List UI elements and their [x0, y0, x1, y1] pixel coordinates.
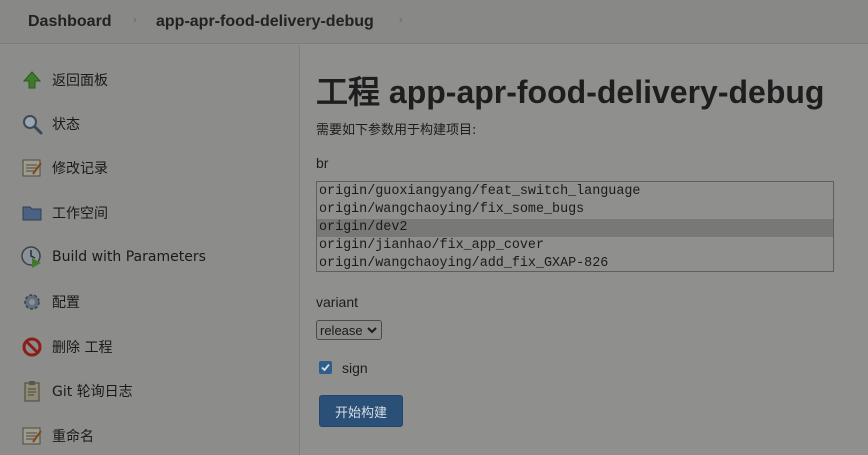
- branch-listbox[interactable]: origin/guoxiangyang/feat_switch_language…: [316, 181, 834, 272]
- breadcrumb-project-link[interactable]: app-apr-food-delivery-debug: [156, 13, 374, 31]
- branch-option[interactable]: origin/guoxiangyang/feat_switch_language: [317, 183, 833, 201]
- variant-select-value: release: [320, 322, 363, 338]
- branch-option[interactable]: origin/wangchaoying/add_fix_GXAP-826: [317, 255, 833, 271]
- sidebar-item-label: 工作空间: [52, 206, 108, 222]
- sidebar-item-rename[interactable]: 重命名: [20, 421, 94, 451]
- sidebar-item-label: 状态: [52, 117, 80, 133]
- gear-icon: [20, 290, 44, 314]
- sidebar-item-changes[interactable]: 修改记录: [20, 153, 108, 183]
- sidebar-item-build-with-parameters[interactable]: Build with Parameters: [20, 242, 206, 272]
- page-title: 工程 app-apr-food-delivery-debug: [316, 74, 825, 110]
- sidebar-item-configure[interactable]: 配置: [20, 287, 80, 317]
- parameters-description: 需要如下参数用于构建项目:: [316, 123, 477, 138]
- branch-option-selected[interactable]: origin/dev2: [317, 219, 833, 237]
- sidebar-item-label: 修改记录: [52, 161, 108, 177]
- folder-icon: [20, 201, 44, 225]
- notepad-icon: [20, 156, 44, 180]
- breadcrumb-dashboard-link[interactable]: Dashboard: [28, 13, 112, 31]
- no-entry-icon: [20, 335, 44, 359]
- sidebar: 返回面板 状态 修改记录 工作空间 Build with Parameters …: [0, 45, 300, 455]
- param-br-label: br: [316, 155, 329, 171]
- main-content: 工程 app-apr-food-delivery-debug 需要如下参数用于构…: [301, 45, 868, 455]
- chevron-right-icon[interactable]: ›: [399, 14, 403, 26]
- start-build-button[interactable]: 开始构建: [319, 395, 403, 427]
- sidebar-item-label: Git 轮询日志: [52, 384, 133, 400]
- sign-label: sign: [342, 360, 368, 376]
- clipboard-icon: [20, 379, 44, 403]
- branch-option[interactable]: origin/jianhao/fix_app_cover: [317, 237, 833, 255]
- variant-select[interactable]: release: [316, 320, 382, 340]
- magnifier-icon: [20, 112, 44, 136]
- branch-option[interactable]: origin/wangchaoying/fix_some_bugs: [317, 201, 833, 219]
- sidebar-item-label: 配置: [52, 295, 80, 311]
- param-variant-label: variant: [316, 294, 359, 310]
- sidebar-item-label: 删除 工程: [52, 340, 113, 356]
- sidebar-item-label: 重命名: [52, 429, 94, 445]
- chevron-right-icon[interactable]: ›: [133, 14, 137, 26]
- sidebar-item-back-to-dashboard[interactable]: 返回面板: [20, 65, 108, 95]
- sidebar-item-workspace[interactable]: 工作空间: [20, 198, 108, 228]
- chevron-down-icon: [367, 324, 377, 339]
- breadcrumb: Dashboard › app-apr-food-delivery-debug …: [0, 0, 868, 44]
- notepad-icon: [20, 424, 44, 448]
- sign-checkbox[interactable]: [319, 361, 332, 374]
- sidebar-item-label: 返回面板: [52, 73, 108, 89]
- sidebar-item-status[interactable]: 状态: [20, 109, 80, 139]
- sidebar-item-git-polling-log[interactable]: Git 轮询日志: [20, 376, 133, 406]
- up-arrow-icon: [20, 68, 44, 92]
- clock-play-icon: [20, 245, 44, 269]
- checkmark-icon: [321, 363, 330, 372]
- sidebar-item-label: Build with Parameters: [52, 249, 206, 265]
- sidebar-item-delete-project[interactable]: 删除 工程: [20, 332, 112, 362]
